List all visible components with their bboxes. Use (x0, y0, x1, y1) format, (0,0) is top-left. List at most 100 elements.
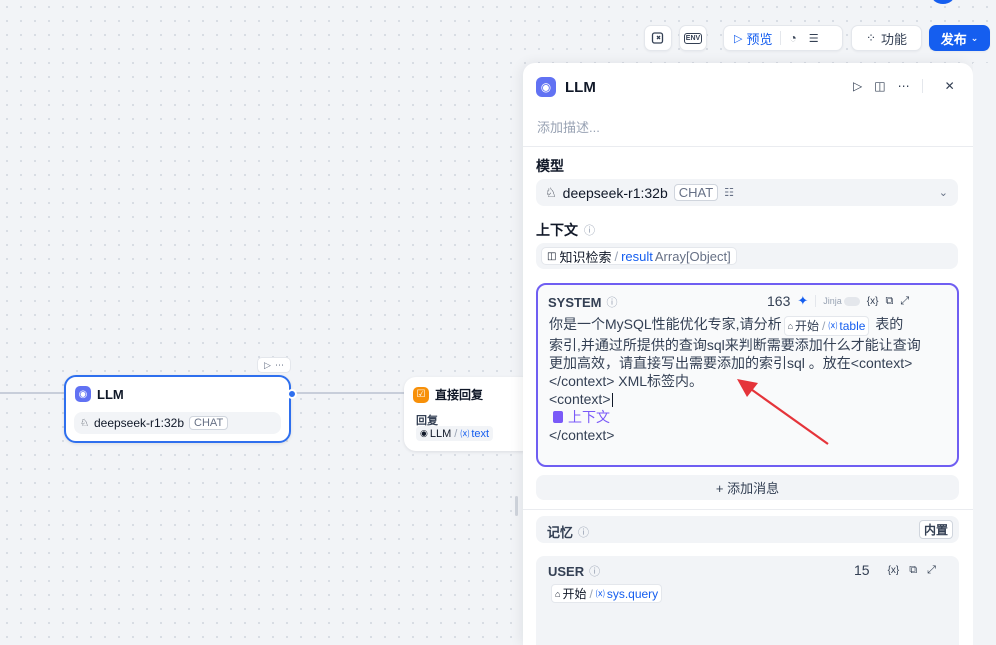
prompt-line: 更加高效，请直接写出需要添加的索引sql 。放在<context> (549, 355, 913, 371)
preview-button[interactable]: ▷ 预览 (734, 29, 772, 48)
system-prompt-header: SYSTEM ⓘ (548, 294, 617, 310)
split-view-icon[interactable]: ◫ (874, 79, 885, 93)
system-label: SYSTEM (548, 294, 602, 310)
memory-row[interactable]: 记忆 ⓘ 内置 (536, 516, 959, 543)
context-chip-label: 上下文 (568, 409, 610, 425)
system-prompt-tools: 163 ✦ Jinja {x} ⧉ ⤢ (767, 293, 909, 309)
model-selector[interactable]: ♘ deepseek-r1:32b CHAT ☷ ⌄ (536, 179, 958, 206)
prompt-line: 索引,并通过所提供的查询sql来判断需要添加什么才能让查询 (549, 337, 921, 353)
jinja-label: Jinja (823, 296, 842, 306)
exit-icon-button[interactable] (644, 25, 672, 51)
play-icon: ▷ (734, 32, 743, 45)
help-icon: ⓘ (589, 566, 601, 578)
chevron-down-icon: ⌄ (938, 187, 948, 199)
help-icon: ⓘ (606, 297, 618, 309)
panel-resize-handle[interactable] (515, 496, 518, 516)
user-prompt-editor[interactable]: USER ⓘ 15 {x} ⧉ ⤢ ⌂ 开始 / ⒳ sys.query (536, 556, 959, 645)
knowledge-icon: ◫ (547, 250, 557, 262)
ref-node: 开始 (795, 319, 820, 333)
description-input[interactable]: 添加描述... (537, 117, 600, 136)
divider (921, 79, 923, 93)
ai-generate-icon[interactable]: ✦ (797, 293, 808, 309)
llm-node-model: ♘ deepseek-r1:32b CHAT (74, 412, 281, 434)
insert-variable-icon[interactable]: {x} (867, 296, 879, 307)
home-icon: ⌂ (787, 321, 794, 331)
run-node-icon[interactable]: ▷ (264, 360, 271, 371)
more-icon[interactable]: ⋯ (898, 79, 910, 93)
panel-title[interactable]: LLM (565, 79, 596, 96)
reply-node-title: 直接回复 (435, 388, 484, 402)
context-label-row: 上下文 ⓘ (536, 220, 595, 240)
home-icon: ⌂ (555, 588, 561, 599)
expand-icon[interactable]: ⤢ (900, 295, 909, 308)
variable-icon: ⒳ (828, 321, 838, 331)
help-icon: ⓘ (578, 526, 590, 539)
token-count: 15 (854, 562, 870, 578)
copy-icon[interactable]: ⧉ (909, 564, 917, 577)
user-label: USER (548, 563, 585, 579)
llm-icon: ◉ (536, 77, 556, 97)
preview-group: ▷ 预览 ◔ ☰ (723, 25, 843, 51)
reply-icon: ☑ (413, 386, 429, 403)
more-icon[interactable]: ⋯ (275, 360, 284, 371)
memory-label: 记忆 (547, 525, 574, 540)
reply-source-node: LLM (429, 427, 452, 440)
llm-node-title: LLM (97, 386, 124, 402)
close-icon[interactable]: ✕ (945, 79, 955, 93)
prompt-line: 你是一个MySQL性能优化专家,请分析 ⌂ 开始 / ⒳ table 表的 (549, 315, 949, 336)
context-var-type: Array[Object] (654, 248, 731, 264)
avatar[interactable] (931, 0, 955, 4)
env-icon: ENV (683, 32, 703, 44)
features-label: 功能 (881, 31, 908, 47)
history-icon[interactable]: ◔ (789, 32, 796, 44)
settings-sliders-icon[interactable]: ☷ (724, 186, 734, 199)
start-table-var-chip[interactable]: ⌂ 开始 / ⒳ table (783, 316, 870, 336)
prompt-text: 你是一个MySQL性能优化专家,请分析 (549, 316, 782, 332)
model-mode-tag: CHAT (673, 184, 719, 201)
copy-icon[interactable]: ⧉ (885, 295, 893, 308)
env-button[interactable]: ENV (679, 25, 707, 51)
model-icon: ♘ (80, 417, 89, 429)
help-icon: ⓘ (584, 225, 595, 237)
llm-settings-panel: ◉ LLM ▷ ◫ ⋯ ✕ 添加描述... 模型 ♘ deepseek-r1:3… (523, 63, 973, 645)
publish-button[interactable]: 发布 ⌄ (929, 25, 990, 51)
node-toolbar: ▷ ⋯ (257, 357, 291, 373)
llm-node-header: ◉ LLM (75, 386, 124, 402)
features-icon: ⁘ (865, 31, 877, 45)
user-prompt-header: USER ⓘ (548, 563, 600, 579)
prompt-text: 表的 (875, 316, 904, 332)
llm-node-model-name: deepseek-r1:32b (93, 416, 185, 430)
model-section-label: 模型 (536, 158, 564, 174)
text-cursor (611, 393, 613, 408)
add-message-button[interactable]: + 添加消息 (536, 475, 959, 500)
variable-icon: ⒳ (460, 429, 470, 439)
context-section-label: 上下文 (536, 222, 578, 238)
llm-icon: ◉ (75, 386, 91, 402)
panel-scrollbar[interactable] (973, 63, 996, 645)
memory-label-row: 记忆 ⓘ (547, 522, 589, 541)
reply-node[interactable]: ☑ 直接回复 回复 ◉ LLM / ⒳ text (404, 377, 534, 451)
checklist-icon[interactable]: ☰ (809, 32, 819, 45)
preview-label: 预览 (746, 31, 773, 47)
context-selector[interactable]: ◫ 知识检索 / result Array[Object] (536, 243, 958, 269)
model-name: deepseek-r1:32b (562, 184, 668, 201)
context-var-chip[interactable]: ◫ 知识检索 / result Array[Object] (541, 247, 737, 265)
jinja-toggle[interactable] (843, 296, 860, 306)
llm-node[interactable]: ◉ LLM ♘ deepseek-r1:32b CHAT (64, 375, 297, 443)
publish-label: 发布 (940, 31, 967, 47)
reply-node-header: ☑ 直接回复 (413, 386, 483, 403)
reply-var-ref: ◉ LLM / ⒳ text (416, 426, 494, 441)
features-button[interactable]: ⁘ 功能 (851, 25, 922, 51)
expand-icon[interactable]: ⤢ (927, 564, 936, 577)
exit-icon (651, 32, 664, 44)
token-count: 163 (767, 293, 791, 309)
add-node-handle[interactable] (287, 389, 297, 399)
context-source-node: 知识检索 (559, 249, 612, 265)
panel-header: ◉ LLM (536, 77, 596, 97)
ref-node: 开始 (562, 587, 587, 601)
user-var-chip[interactable]: ⌂ 开始 / ⒳ sys.query (551, 584, 663, 603)
memory-badge: 内置 (918, 520, 953, 539)
insert-variable-icon[interactable]: {x} (888, 565, 900, 576)
run-icon[interactable]: ▷ (853, 79, 862, 93)
edge-in (0, 392, 64, 394)
